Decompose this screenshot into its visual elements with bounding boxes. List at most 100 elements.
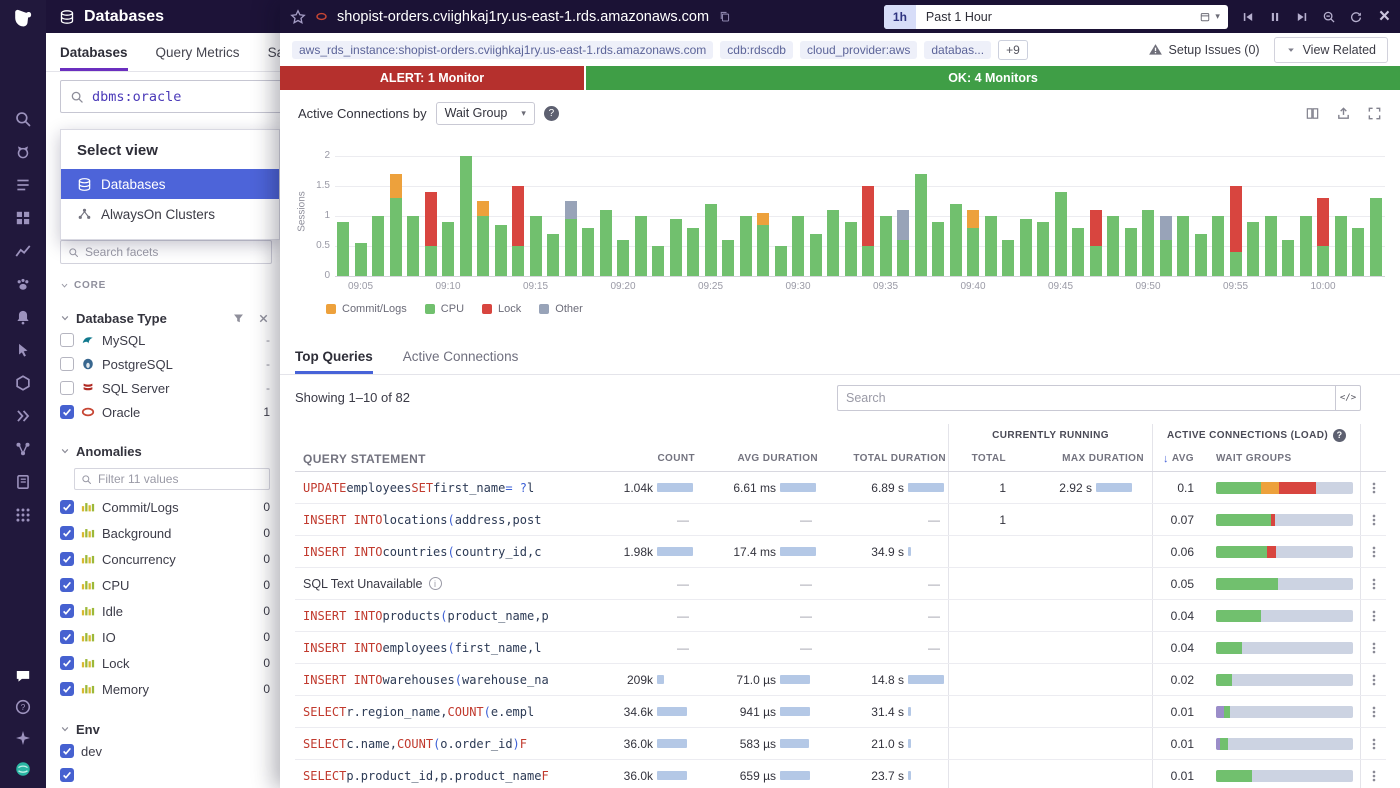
query-statement[interactable]: SELECT r.region_name, COUNT ( e.empl: [295, 696, 580, 727]
tag[interactable]: cloud_provider:aws: [800, 41, 917, 59]
facet-item-commit-logs[interactable]: Commit/Logs0: [60, 494, 270, 520]
column-header-load-avg[interactable]: ↓AVG: [1152, 446, 1200, 471]
checkbox[interactable]: [60, 500, 74, 514]
row-menu-button[interactable]: [1360, 728, 1386, 759]
view-related-button[interactable]: View Related: [1274, 37, 1388, 63]
bits-ai-icon[interactable]: [14, 143, 32, 161]
ai-sparkle-icon[interactable]: [14, 729, 32, 747]
row-menu-button[interactable]: [1360, 472, 1386, 503]
query-row[interactable]: UPDATE employees SET first_name = ? l1.0…: [295, 472, 1386, 504]
tag[interactable]: aws_rds_instance:shopist-orders.cviighka…: [292, 41, 713, 59]
facet-search-input[interactable]: [85, 245, 264, 259]
legend-item-commit-logs[interactable]: Commit/Logs: [326, 303, 407, 315]
help-icon[interactable]: ?: [14, 698, 32, 716]
facet-item-cpu[interactable]: CPU0: [60, 572, 270, 598]
query-statement[interactable]: INSERT INTO locations ( address, post: [295, 504, 580, 535]
column-header-count[interactable]: COUNT: [580, 446, 697, 471]
tab-active-connections[interactable]: Active Connections: [403, 338, 519, 374]
facet-search[interactable]: [60, 240, 272, 264]
facet-item-dev[interactable]: dev: [60, 739, 270, 763]
checkbox[interactable]: [60, 552, 74, 566]
tab-databases[interactable]: Databases: [60, 33, 128, 71]
clear-filter-icon[interactable]: [257, 312, 270, 325]
query-statement[interactable]: SELECT c.name, COUNT ( o.order_id ) F: [295, 728, 580, 759]
row-menu-button[interactable]: [1360, 568, 1386, 599]
pause-icon[interactable]: [1268, 10, 1282, 24]
row-menu-button[interactable]: [1360, 760, 1386, 788]
column-header-avg-duration[interactable]: AVG DURATION: [697, 446, 820, 471]
row-menu-button[interactable]: [1360, 600, 1386, 631]
facet-item-concurrency[interactable]: Concurrency0: [60, 546, 270, 572]
apps-icon[interactable]: [14, 506, 32, 524]
facet-item-idle[interactable]: Idle0: [60, 598, 270, 624]
column-header-total-duration[interactable]: TOTAL DURATION: [820, 446, 948, 471]
view-option-databases[interactable]: Databases: [61, 169, 279, 199]
query-statement[interactable]: SELECT p.product_id, p.product_name F: [295, 760, 580, 788]
info-icon[interactable]: i: [429, 577, 442, 590]
facet-section-core[interactable]: CORE: [60, 280, 280, 291]
query-statement[interactable]: INSERT INTO warehouses ( warehouse_na: [295, 664, 580, 695]
checkbox[interactable]: [60, 526, 74, 540]
search-icon[interactable]: [14, 110, 32, 128]
rum-icon[interactable]: [14, 341, 32, 359]
legend-item-other[interactable]: Other: [539, 303, 583, 315]
query-statement[interactable]: UPDATE employees SET first_name = ? l: [295, 472, 580, 503]
facet-item-lock[interactable]: Lock0: [60, 650, 270, 676]
legend-item-lock[interactable]: Lock: [482, 303, 521, 315]
query-row[interactable]: SQL Text Unavailablei———0.05: [295, 568, 1386, 600]
close-icon[interactable]: ×: [1379, 7, 1390, 26]
more-tags-badge[interactable]: +9: [998, 40, 1028, 60]
query-row[interactable]: SELECT p.product_id, p.product_name F36.…: [295, 760, 1386, 788]
column-header-max-duration[interactable]: MAX DURATION: [1014, 446, 1152, 471]
query-row[interactable]: INSERT INTO employees ( first_name, l———…: [295, 632, 1386, 664]
facet-item-io[interactable]: IO0: [60, 624, 270, 650]
checkbox[interactable]: [60, 333, 74, 347]
query-statement[interactable]: INSERT INTO products ( product_name, p: [295, 600, 580, 631]
facet-header-env[interactable]: Env: [60, 719, 270, 739]
ok-monitors[interactable]: OK: 4 Monitors: [586, 66, 1400, 90]
facet-item-oracle[interactable]: Oracle1: [60, 400, 270, 424]
checkbox[interactable]: [60, 630, 74, 644]
checkbox[interactable]: [60, 682, 74, 696]
row-menu-button[interactable]: [1360, 664, 1386, 695]
watchdog-icon[interactable]: [14, 275, 32, 293]
metrics-icon[interactable]: [14, 242, 32, 260]
time-range-picker[interactable]: 1h Past 1 Hour ▾: [884, 5, 1228, 29]
facet-item-postgresql[interactable]: PostgreSQL-: [60, 352, 270, 376]
code-toggle-button[interactable]: </>: [1335, 385, 1361, 411]
service-map-icon[interactable]: [14, 440, 32, 458]
checkbox[interactable]: [60, 604, 74, 618]
tag[interactable]: cdb:rdscdb: [720, 41, 793, 59]
monitors-icon[interactable]: [14, 308, 32, 326]
query-row[interactable]: SELECT r.region_name, COUNT ( e.empl34.6…: [295, 696, 1386, 728]
column-header-running-total[interactable]: TOTAL: [948, 446, 1014, 471]
row-menu-button[interactable]: [1360, 504, 1386, 535]
query-statement[interactable]: INSERT INTO countries ( country_id, c: [295, 536, 580, 567]
setup-issues-button[interactable]: Setup Issues (0): [1148, 42, 1260, 57]
region-icon[interactable]: [14, 760, 32, 778]
skip-forward-icon[interactable]: [1295, 10, 1309, 24]
tag[interactable]: databas...: [924, 41, 991, 59]
facet-header-database-type[interactable]: Database Type: [60, 308, 270, 328]
row-menu-button[interactable]: [1360, 536, 1386, 567]
facet-filter-input[interactable]: [98, 472, 263, 486]
query-statement[interactable]: SQL Text Unavailablei: [295, 568, 580, 599]
checkbox[interactable]: [60, 357, 74, 371]
column-header-wait-groups[interactable]: WAIT GROUPS: [1200, 446, 1360, 471]
refresh-icon[interactable]: [1349, 10, 1363, 24]
ci-pipelines-icon[interactable]: [14, 407, 32, 425]
notebooks-icon[interactable]: [14, 473, 32, 491]
split-graph-icon[interactable]: [1305, 106, 1320, 121]
wait-group-select[interactable]: Wait Group ▾: [436, 102, 535, 125]
dashboards-icon[interactable]: [14, 209, 32, 227]
view-option-alwayson-clusters[interactable]: AlwaysOn Clusters: [61, 199, 279, 229]
row-menu-button[interactable]: [1360, 696, 1386, 727]
zoom-out-icon[interactable]: [1322, 10, 1336, 24]
tab-top-queries[interactable]: Top Queries: [295, 338, 373, 374]
facet-item-sql-server[interactable]: SQL Server-: [60, 376, 270, 400]
logs-icon[interactable]: [14, 176, 32, 194]
skip-back-icon[interactable]: [1241, 10, 1255, 24]
help-icon[interactable]: ?: [544, 106, 559, 121]
checkbox[interactable]: [60, 744, 74, 758]
query-row[interactable]: INSERT INTO countries ( country_id, c1.9…: [295, 536, 1386, 568]
